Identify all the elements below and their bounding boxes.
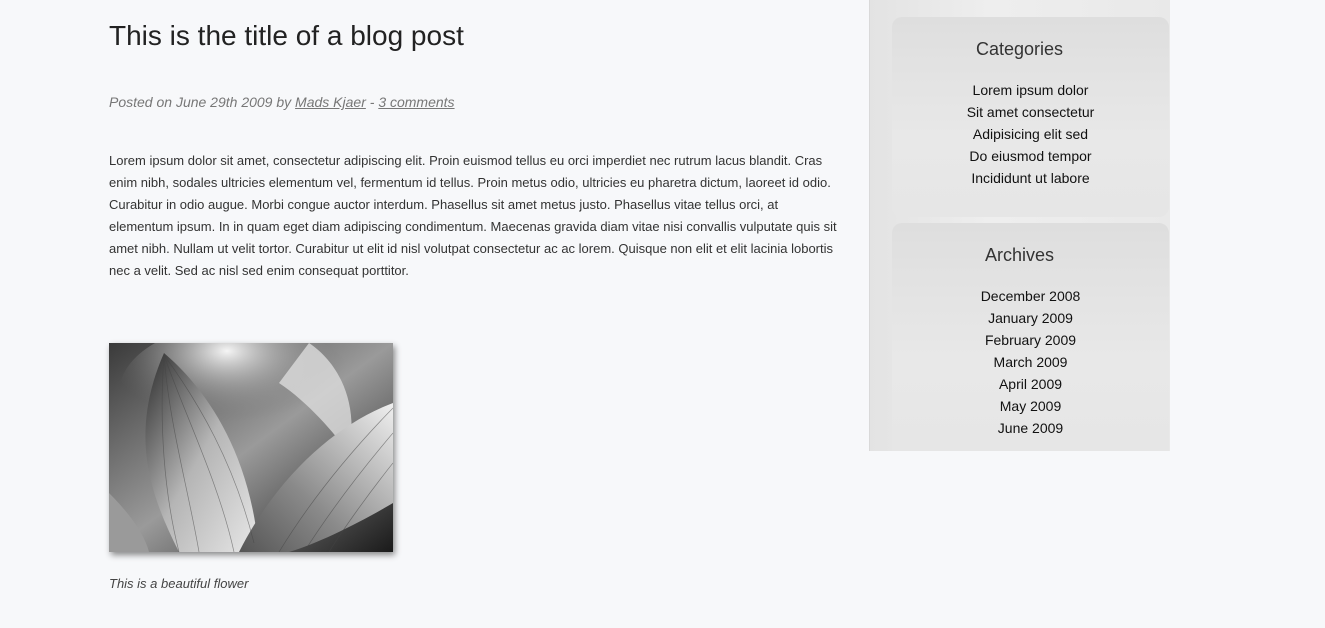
archives-widget: Archives December 2008 January 2009 Febr… — [892, 223, 1169, 451]
post-date: Posted on June 29th 2009 by — [109, 94, 292, 110]
meta-separator: - — [369, 94, 375, 110]
comments-link[interactable]: 3 comments — [378, 94, 454, 110]
categories-title: Categories — [975, 39, 1064, 59]
category-link[interactable]: Do eiusmod tempor — [892, 145, 1169, 167]
archive-link[interactable]: December 2008 — [892, 285, 1169, 307]
flower-image — [109, 343, 393, 552]
category-link[interactable]: Incididunt ut labore — [892, 167, 1169, 189]
categories-widget: Categories Lorem ipsum dolor Sit amet co… — [892, 17, 1169, 217]
categories-list: Lorem ipsum dolor Sit amet consectetur A… — [892, 79, 1169, 189]
category-link[interactable]: Lorem ipsum dolor — [892, 79, 1169, 101]
archive-link[interactable]: March 2009 — [892, 351, 1169, 373]
category-link[interactable]: Adipisicing elit sed — [892, 123, 1169, 145]
archive-link[interactable]: June 2009 — [892, 417, 1169, 439]
archive-link[interactable]: May 2009 — [892, 395, 1169, 417]
archive-link[interactable]: January 2009 — [892, 307, 1169, 329]
post-meta: Posted on June 29th 2009 by Mads Kjaer -… — [109, 94, 455, 110]
archives-list: December 2008 January 2009 February 2009… — [892, 285, 1169, 439]
sidebar: Categories Lorem ipsum dolor Sit amet co… — [869, 0, 1170, 451]
category-link[interactable]: Sit amet consectetur — [892, 101, 1169, 123]
post-title: This is the title of a blog post — [109, 20, 464, 51]
post-body: Lorem ipsum dolor sit amet, consectetur … — [109, 153, 837, 278]
archive-link[interactable]: April 2009 — [892, 373, 1169, 395]
image-caption: This is a beautiful flower — [109, 576, 249, 591]
archive-link[interactable]: February 2009 — [892, 329, 1169, 351]
author-link[interactable]: Mads Kjaer — [295, 94, 366, 110]
archives-title: Archives — [984, 245, 1055, 265]
